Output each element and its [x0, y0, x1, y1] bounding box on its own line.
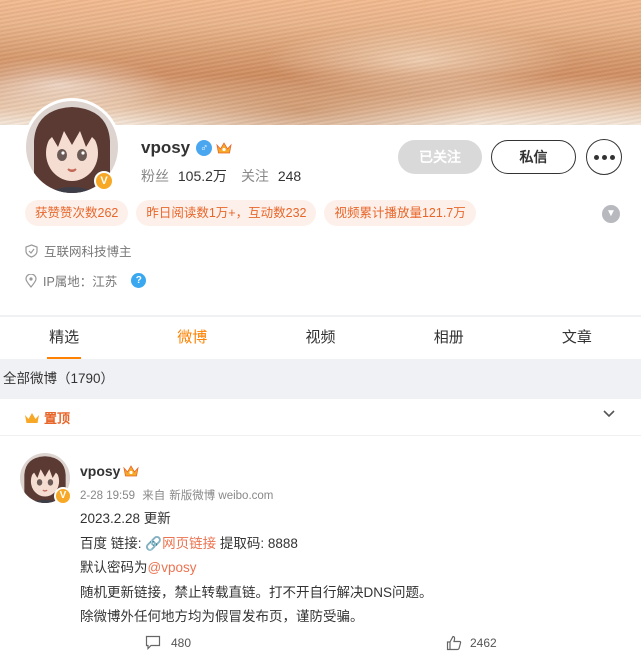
- comment-icon: [145, 635, 161, 650]
- fans-stat[interactable]: 粉丝 105.2万: [141, 166, 227, 186]
- following-value: 248: [277, 168, 302, 184]
- followed-button[interactable]: 已关注: [398, 140, 482, 174]
- tag-likes[interactable]: 获赞赞次数262: [25, 200, 129, 226]
- post-line: 默认密码为@vposy: [80, 556, 433, 581]
- more-dot-icon: [601, 154, 607, 160]
- post-line2-post: 提取码: 8888: [216, 535, 298, 551]
- post-meta: 2-28 19:59 来自 新版微博 weibo.com: [80, 487, 277, 503]
- post-source-prefix: 来自: [142, 490, 166, 502]
- fans-value: 105.2万: [177, 168, 227, 184]
- following-stat[interactable]: 关注 248: [241, 166, 301, 186]
- pinned-post: 置顶 V vposy 2-28 19:59 来自 新版微博 weibo.com …: [0, 399, 641, 672]
- post-source: 新版微博 weibo.com: [169, 490, 274, 502]
- tag-video-plays[interactable]: 视频累计播放量121.7万: [324, 200, 476, 226]
- help-icon[interactable]: ?: [131, 273, 147, 288]
- all-posts-count[interactable]: 全部微博（1790）: [0, 359, 641, 399]
- more-dot-icon: [609, 154, 615, 160]
- post-avatar[interactable]: V: [20, 453, 72, 505]
- tab-album[interactable]: 相册: [385, 317, 513, 359]
- info-ip-text: IP属地：江苏: [43, 275, 118, 289]
- mention-link[interactable]: @vposy: [148, 560, 197, 575]
- fans-label: 粉丝: [141, 168, 169, 184]
- more-dot-icon: [593, 154, 599, 160]
- profile-tags: 获赞赞次数262 昨日阅读数1万+，互动数232 视频累计播放量121.7万: [25, 200, 476, 226]
- pin-crown-icon: [25, 412, 39, 423]
- info-ip: IP属地：江苏 ?: [25, 271, 147, 290]
- tag-reads[interactable]: 昨日阅读数1万+，互动数232: [136, 200, 317, 226]
- username: vposy: [141, 138, 191, 157]
- post-author: vposy: [80, 463, 140, 479]
- chevron-down-icon[interactable]: ▼: [602, 205, 620, 223]
- profile-avatar[interactable]: V: [23, 98, 121, 196]
- post-author-name[interactable]: vposy: [80, 463, 120, 479]
- comment-count: 480: [171, 635, 192, 650]
- post-line: 除微博外任何地方均为假冒发布页，谨防受骗。: [80, 609, 364, 624]
- verified-badge-icon: V: [94, 171, 114, 191]
- comment-button[interactable]: 480: [145, 635, 191, 650]
- post-line: 2023.2.28 更新: [80, 511, 171, 526]
- vip-crown-icon[interactable]: [216, 141, 232, 155]
- name-row: vposy ♂: [141, 138, 232, 158]
- male-icon: ♂: [196, 140, 213, 156]
- location-pin-icon: [25, 273, 37, 288]
- link-icon: 🔗: [145, 535, 163, 551]
- more-options-button[interactable]: [586, 139, 622, 175]
- like-count: 2462: [470, 636, 497, 650]
- pin-header: 置顶: [24, 408, 70, 427]
- message-button[interactable]: 私信: [491, 140, 576, 174]
- tab-articles[interactable]: 文章: [513, 317, 641, 359]
- post-line: 随机更新链接，禁止转载直链。打不开自行解决DNS问题。: [80, 584, 433, 600]
- post-line2-pre: 百度 链接:: [80, 535, 146, 551]
- post-line3-pre: 默认密码为: [80, 560, 148, 575]
- post-body: 2023.2.28 更新 百度 链接: 🔗网页链接 提取码: 8888 默认密码…: [80, 507, 433, 630]
- shield-icon: [25, 243, 38, 258]
- info-category-text: 互联网科技博主: [44, 245, 132, 259]
- divider: [0, 435, 641, 436]
- chevron-down-icon[interactable]: [602, 409, 616, 419]
- thumbs-up-icon: [446, 635, 462, 651]
- post-actions: 480 2462: [0, 631, 641, 661]
- tab-featured[interactable]: 精选: [0, 317, 128, 359]
- web-link[interactable]: 网页链接: [162, 536, 216, 551]
- info-category: 互联网科技博主: [25, 241, 132, 260]
- stats-row: 粉丝 105.2万 关注 248: [141, 166, 315, 186]
- profile-tabs: 精选 微博 视频 相册 文章: [0, 317, 641, 359]
- verified-badge-icon: V: [54, 487, 72, 505]
- tab-video[interactable]: 视频: [256, 317, 384, 359]
- pin-label: 置顶: [44, 411, 71, 426]
- tab-weibo[interactable]: 微博: [128, 317, 256, 359]
- post-line: 百度 链接: 🔗网页链接 提取码: 8888: [80, 532, 433, 557]
- vip-crown-icon[interactable]: [123, 464, 140, 478]
- post-time[interactable]: 2-28 19:59: [80, 490, 135, 502]
- following-label: 关注: [240, 168, 269, 184]
- profile-card: V vposy ♂ 粉丝 105.2万 关注 248 已关注 私信 获赞赞次数2…: [0, 98, 641, 315]
- like-button[interactable]: 2462: [446, 635, 497, 651]
